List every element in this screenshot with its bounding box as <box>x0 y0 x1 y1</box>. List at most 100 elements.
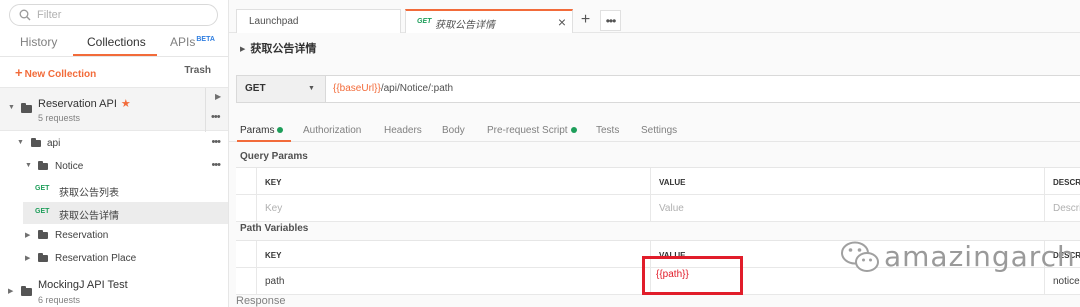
table-row: Key Value Description <box>236 195 1080 222</box>
caret-right-icon: ▶ <box>25 255 31 262</box>
active-tab-indicator <box>73 54 157 56</box>
col-key-label: KEY <box>265 178 282 187</box>
more-icon[interactable]: ••• <box>211 136 221 148</box>
folder-icon <box>38 230 48 239</box>
search-input[interactable]: Filter <box>9 4 218 26</box>
desc-placeholder: Description <box>1053 203 1080 214</box>
col-value-label: VALUE <box>659 178 686 187</box>
folder-icon <box>21 286 32 296</box>
caret-down-icon: ▼ <box>25 162 32 169</box>
tab-apis[interactable]: APIsBETA <box>170 35 215 49</box>
subtab-headers[interactable]: Headers <box>384 125 422 136</box>
table-header-row: KEY VALUE DESCRIPTION <box>236 168 1080 195</box>
new-collection-button[interactable]: + New Collection <box>15 65 96 80</box>
caret-right-icon: ▶ <box>25 232 31 239</box>
more-icon[interactable]: ••• <box>211 159 221 171</box>
beta-badge: BETA <box>196 36 215 43</box>
path-desc: noticePath <box>1053 276 1080 287</box>
tree-label: 获取公告列表 <box>59 188 119 199</box>
folder-icon <box>31 138 41 147</box>
request-tabbar: Launchpad GET 获取公告详情 × + ••• <box>229 0 1080 33</box>
collection-name-text: Reservation API <box>38 98 117 110</box>
close-icon[interactable]: × <box>558 14 566 30</box>
url-path: /api/Notice/:path <box>380 83 454 94</box>
col-value: VALUE <box>650 168 1044 195</box>
tab-options-button[interactable]: ••• <box>600 10 621 31</box>
tree-label: Reservation Place <box>55 253 137 264</box>
value-placeholder: Value <box>659 203 684 214</box>
tab-label: 获取公告详情 <box>435 20 495 31</box>
tree-request-notice-detail[interactable]: GET 获取公告详情 <box>23 202 228 224</box>
trash-button[interactable]: Trash <box>184 65 211 76</box>
request-title[interactable]: ▶ 获取公告详情 <box>240 40 316 56</box>
status-dot <box>570 127 577 133</box>
path-key: path <box>265 276 285 287</box>
collection-reservation-api[interactable]: ▼ Reservation API ★ 5 requests ▶ ••• <box>0 87 228 132</box>
tab-apis-label: APIs <box>170 35 196 49</box>
star-icon[interactable]: ★ <box>121 98 131 110</box>
folder-icon <box>21 103 32 113</box>
sidebar: Filter History Collections APIsBETA + New… <box>0 0 229 307</box>
caret-right-icon[interactable]: ▶ <box>215 92 221 101</box>
tree-folder-notice[interactable]: ▼ Notice ••• <box>0 156 228 178</box>
subtab-settings[interactable]: Settings <box>641 125 677 136</box>
plus-icon: + <box>15 65 23 80</box>
chevron-down-icon: ▼ <box>308 85 315 92</box>
active-subtab-indicator <box>237 140 291 142</box>
method-badge: GET <box>35 185 50 192</box>
tab-collections[interactable]: Collections <box>87 35 146 49</box>
collection-count: 6 requests <box>38 295 81 305</box>
path-value-highlight[interactable]: {{path}} <box>642 256 743 295</box>
subtab-tests[interactable]: Tests <box>596 125 619 136</box>
tab-request-active[interactable]: GET 获取公告详情 × <box>405 9 573 33</box>
tree-label: Notice <box>55 161 84 172</box>
value-input[interactable]: Value <box>650 195 1044 222</box>
tree-label: api <box>47 138 61 149</box>
tree-request-notice-list[interactable]: GET 获取公告列表 <box>0 179 228 201</box>
method-badge: GET <box>417 18 432 25</box>
query-params-heading: Query Params <box>240 151 308 162</box>
key-input[interactable]: Key <box>256 195 650 222</box>
search-placeholder: Filter <box>37 9 62 21</box>
subtab-label: Params <box>240 125 275 136</box>
main-panel: Launchpad GET 获取公告详情 × + ••• ▶ 获取公告详情 GET… <box>229 0 1080 307</box>
collection-mockingj[interactable]: ▶ MockingJ API Test 6 requests <box>0 274 228 307</box>
subtab-params[interactable]: Params <box>240 125 284 136</box>
url-variable: {{baseUrl}} <box>333 83 381 94</box>
new-collection-label: New Collection <box>24 69 97 80</box>
tab-label: Launchpad <box>249 16 299 27</box>
caret-right-icon: ▶ <box>8 288 14 295</box>
collection-actions: ▶ ••• <box>205 88 228 132</box>
url-bar: GET ▼ {{baseUrl}}/api/Notice/:path <box>236 75 1080 103</box>
caret-down-icon: ▼ <box>8 104 15 111</box>
tree-folder-reservation[interactable]: ▶ Reservation <box>0 225 228 247</box>
folder-icon <box>38 161 48 170</box>
key-input[interactable]: path <box>256 268 650 295</box>
method-value: GET <box>245 83 266 94</box>
description-input[interactable]: Description <box>1044 195 1080 222</box>
col-key: KEY <box>256 168 650 195</box>
tree-folder-api[interactable]: ▼ api ••• <box>0 133 228 155</box>
search-icon <box>19 9 31 21</box>
col-key: KEY <box>256 241 650 268</box>
subtab-pre-request-script[interactable]: Pre-request Script <box>487 125 577 136</box>
wechat-icon <box>841 241 879 272</box>
more-icon[interactable]: ••• <box>211 111 221 123</box>
tab-launchpad[interactable]: Launchpad <box>236 9 401 33</box>
watermark-text: amazingarch <box>884 240 1076 273</box>
caret-down-icon: ▼ <box>17 139 24 146</box>
sidebar-tabs: History Collections APIsBETA <box>0 31 228 57</box>
subtab-body[interactable]: Body <box>442 125 465 136</box>
folder-icon <box>38 253 48 262</box>
method-select[interactable]: GET ▼ <box>237 76 326 102</box>
col-desc-label: DESCRIPTION <box>1053 178 1080 187</box>
url-input[interactable]: {{baseUrl}}/api/Notice/:path <box>333 83 453 94</box>
tab-history[interactable]: History <box>20 35 57 49</box>
method-badge: GET <box>35 208 50 215</box>
new-tab-button[interactable]: + <box>575 10 596 31</box>
query-params-table: KEY VALUE DESCRIPTION Key Value Descript… <box>236 167 1080 222</box>
subtab-authorization[interactable]: Authorization <box>303 125 361 136</box>
tree-folder-reservation-place[interactable]: ▶ Reservation Place <box>0 248 228 270</box>
col-key-label: KEY <box>265 251 282 260</box>
request-subtabs: Params Authorization Headers Body Pre-re… <box>229 120 1080 142</box>
